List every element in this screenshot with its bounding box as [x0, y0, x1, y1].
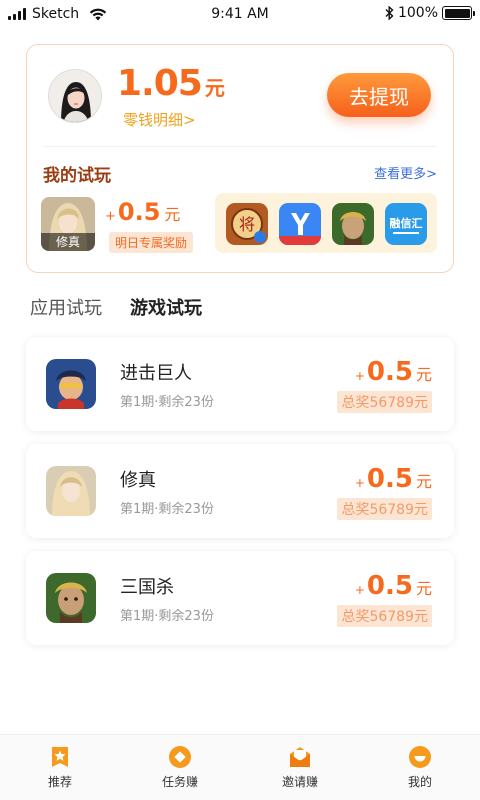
nav-item-invite-earn[interactable]: 邀请赚 — [240, 735, 360, 800]
reward-unit: 元 — [415, 365, 432, 384]
tab-game-trial[interactable]: 游戏试玩 — [130, 294, 202, 322]
current-trial-game[interactable]: 修真 — [41, 197, 95, 251]
game-card[interactable]: 修真 第1期·剩余23份 + 0.5 元 总奖56789元 — [26, 444, 454, 538]
nav-label: 任务赚 — [161, 775, 198, 789]
svg-text:将: 将 — [239, 215, 255, 234]
prize-pool: 总奖56789元 — [337, 605, 432, 627]
see-more-link[interactable]: 查看更多> — [374, 163, 437, 182]
prize-pool: 总奖56789元 — [337, 498, 432, 520]
finance-app-icon[interactable]: 融信汇 — [385, 203, 427, 245]
reward-amount: 0.5 — [366, 464, 413, 494]
my-trial-title: 我的试玩 — [43, 166, 111, 186]
reward-plus: + — [105, 209, 116, 224]
invite-envelope-icon — [288, 745, 312, 769]
nav-item-recommend[interactable]: 推荐 — [0, 735, 120, 800]
reward-amount: 0.5 — [366, 571, 413, 601]
star-icon — [48, 745, 72, 769]
game-period: 第1期·剩余23份 — [120, 395, 214, 410]
withdraw-button[interactable]: 去提现 — [327, 73, 431, 117]
nav-item-mine[interactable]: 我的 — [360, 735, 480, 800]
reward-plus: + — [354, 369, 365, 383]
recommended-app-strip: 将 融信汇 — [215, 193, 437, 253]
game-period: 第1期·剩余23份 — [120, 609, 214, 624]
balance-amount: 1.05 — [117, 63, 203, 104]
reward-unit: 元 — [164, 205, 181, 224]
wallet-card: 1.05 元 零钱明细> 去提现 我的试玩 查看更多> 修真 + 0.5 元 明… — [26, 44, 454, 273]
game-reward: + 0.5 元 — [355, 357, 432, 387]
balance-unit: 元 — [204, 76, 225, 100]
game-name: 三国杀 — [120, 577, 174, 598]
divider — [43, 146, 437, 147]
battery-percent: 100% — [397, 5, 438, 21]
nav-label: 推荐 — [47, 775, 72, 789]
blue-app-icon[interactable] — [279, 203, 321, 245]
game-reward: + 0.5 元 — [355, 464, 432, 494]
battery-icon — [442, 6, 475, 20]
reward-amount: 0.5 — [366, 357, 413, 387]
status-right: 100% — [385, 5, 475, 21]
reward-unit: 元 — [415, 472, 432, 491]
game-card[interactable]: 进击巨人 第1期·剩余23份 + 0.5 元 总奖56789元 — [26, 337, 454, 431]
game-name: 修真 — [120, 470, 156, 491]
attack-titan-game-icon — [46, 359, 96, 409]
game-card[interactable]: 三国杀 第1期·剩余23份 + 0.5 元 总奖56789元 — [26, 551, 454, 645]
tab-app-trial[interactable]: 应用试玩 — [30, 294, 102, 320]
reward-amount: 0.5 — [117, 198, 161, 226]
warrior-app-icon[interactable] — [332, 203, 374, 245]
reward-plus: + — [354, 583, 365, 597]
sanguosha-game-icon — [46, 573, 96, 623]
xiuzhen-game-icon — [46, 466, 96, 516]
bottom-nav: 推荐 任务赚 邀请赚 我的 — [0, 734, 480, 800]
game-reward: + 0.5 元 — [355, 571, 432, 601]
reward-plus: + — [354, 476, 365, 490]
category-tabs: 应用试玩 游戏试玩 — [30, 294, 202, 322]
trial-reward: + 0.5 元 — [105, 198, 180, 226]
current-trial-game-label: 修真 — [41, 233, 95, 251]
game-period: 第1期·剩余23份 — [120, 502, 214, 517]
nav-label: 我的 — [407, 775, 432, 789]
game-name: 进击巨人 — [120, 363, 192, 384]
balance-detail-link[interactable]: 零钱明细> — [123, 109, 196, 130]
profile-icon — [408, 745, 432, 769]
svg-text:融信汇: 融信汇 — [390, 216, 423, 230]
nav-item-task-earn[interactable]: 任务赚 — [120, 735, 240, 800]
nav-label: 邀请赚 — [281, 775, 318, 789]
bluetooth-icon — [385, 6, 394, 20]
prize-pool: 总奖56789元 — [337, 391, 432, 413]
coin-icon — [168, 745, 192, 769]
avatar[interactable] — [48, 69, 102, 123]
chess-app-icon[interactable]: 将 — [226, 203, 268, 245]
reward-tag: 明日专属奖励 — [109, 232, 194, 253]
reward-unit: 元 — [415, 579, 432, 598]
balance-display: 1.05 元 — [117, 63, 225, 104]
status-bar: Sketch 9:41 AM 100% — [0, 0, 480, 30]
